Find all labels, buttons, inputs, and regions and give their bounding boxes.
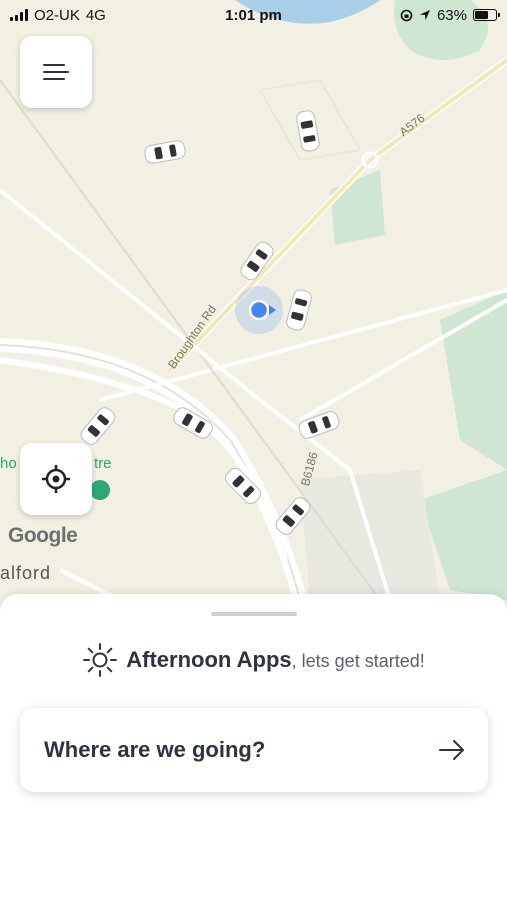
destination-prompt: Where are we going? xyxy=(44,737,266,762)
user-location-dot xyxy=(248,299,270,321)
brand-name: Afternoon Apps xyxy=(126,647,292,672)
menu-lines-icon xyxy=(43,64,69,80)
bottom-sheet: Afternoon Apps, lets get started! Where … xyxy=(0,594,507,900)
place-label: ho xyxy=(0,455,17,472)
park-area xyxy=(440,290,507,470)
battery-percent: 63% xyxy=(436,6,467,24)
google-attribution: Google xyxy=(8,524,78,547)
carrier-label: O2-UK xyxy=(34,6,80,24)
status-left: O2-UK 4G xyxy=(10,7,106,24)
orientation-lock-icon xyxy=(400,9,413,21)
menu-button[interactable] xyxy=(20,36,92,108)
battery-fill xyxy=(475,11,488,19)
town-label: alford xyxy=(0,563,52,583)
sheet-drag-handle[interactable] xyxy=(211,612,297,616)
park-area xyxy=(330,170,385,245)
recenter-button[interactable] xyxy=(20,443,92,515)
greeting: Afternoon Apps, lets get started! xyxy=(0,642,507,678)
place-pin-icon[interactable] xyxy=(90,480,110,500)
destination-search-button[interactable]: Where are we going? xyxy=(20,708,488,792)
crosshair-icon xyxy=(42,465,70,493)
battery-icon xyxy=(473,9,500,21)
network-label: 4G xyxy=(85,6,106,24)
location-services-icon xyxy=(419,10,430,20)
greeting-tail: , lets get started! xyxy=(291,651,425,671)
greeting-text: Afternoon Apps, lets get started! xyxy=(126,647,424,673)
status-right: 63% xyxy=(400,6,500,24)
status-time: 1:01 pm xyxy=(225,6,282,24)
place-label-2: tre xyxy=(94,455,112,472)
status-bar: O2-UK 4G 1:01 pm 63% xyxy=(0,0,507,30)
arrow-right-icon xyxy=(439,740,464,760)
signal-icon xyxy=(10,9,28,21)
sun-icon xyxy=(83,643,118,677)
